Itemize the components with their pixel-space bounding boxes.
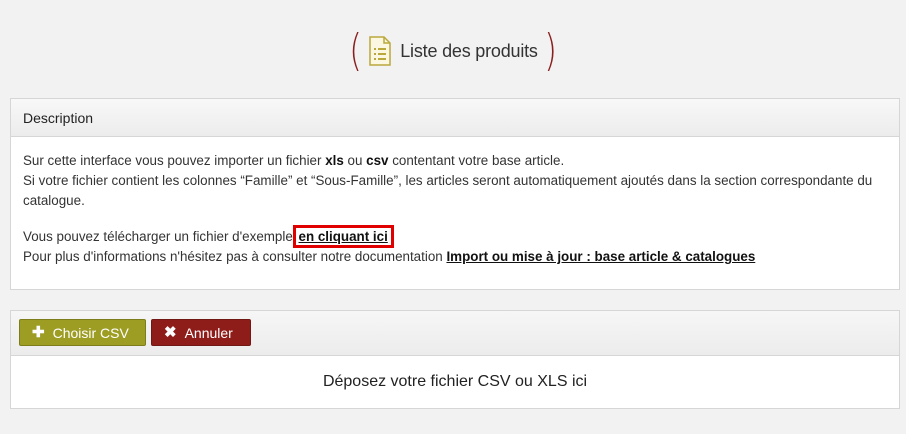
- file-dropzone[interactable]: Déposez votre fichier CSV ou XLS ici: [11, 356, 899, 408]
- xls-format: xls: [325, 153, 344, 168]
- description-panel: Description Sur cette interface vous pou…: [10, 98, 900, 290]
- title-wrap: Liste des produits: [368, 36, 538, 66]
- example-suffix: .: [389, 229, 394, 244]
- upload-toolbar: ✚ Choisir CSV ✖ Annuler: [11, 311, 899, 356]
- choose-csv-label: Choisir CSV: [52, 324, 129, 341]
- description-heading: Description: [11, 99, 899, 137]
- intro-connector: ou: [343, 153, 367, 168]
- family-columns-text: Si votre fichier contient les colonnes “…: [23, 173, 873, 208]
- dropzone-text: Déposez votre fichier CSV ou XLS ici: [322, 373, 588, 390]
- right-bracket-decoration: ): [543, 25, 557, 76]
- choose-csv-button[interactable]: ✚ Choisir CSV: [19, 319, 146, 346]
- close-icon: ✖: [164, 324, 177, 341]
- example-line: Vous pouvez télécharger un fichier d'exe…: [23, 225, 887, 248]
- plus-icon: ✚: [32, 324, 45, 341]
- document-list-icon: [369, 36, 391, 66]
- page-header: ( Liste des produits ): [0, 25, 906, 76]
- intro-suffix: contentant votre base article.: [388, 153, 565, 168]
- cancel-label: Annuler: [184, 324, 233, 341]
- page-title: Liste des produits: [400, 40, 538, 61]
- intro-text: Sur cette interface vous pouvez importer…: [23, 153, 326, 168]
- csv-format: csv: [366, 153, 389, 168]
- upload-panel: ✚ Choisir CSV ✖ Annuler Déposez votre fi…: [10, 310, 900, 409]
- description-body: Sur cette interface vous pouvez importer…: [11, 137, 899, 267]
- example-text: Vous pouvez télécharger un fichier d'exe…: [23, 229, 297, 244]
- documentation-text: Pour plus d'informations n'hésitez pas à…: [23, 249, 447, 264]
- intro-line: Sur cette interface vous pouvez importer…: [23, 151, 887, 171]
- documentation-line: Pour plus d'informations n'hésitez pas à…: [23, 247, 887, 267]
- left-bracket-decoration: (: [349, 25, 363, 76]
- documentation-link[interactable]: Import ou mise à jour : base article & c…: [446, 249, 755, 264]
- example-file-link[interactable]: en cliquant ici: [292, 225, 394, 248]
- cancel-button[interactable]: ✖ Annuler: [151, 319, 251, 346]
